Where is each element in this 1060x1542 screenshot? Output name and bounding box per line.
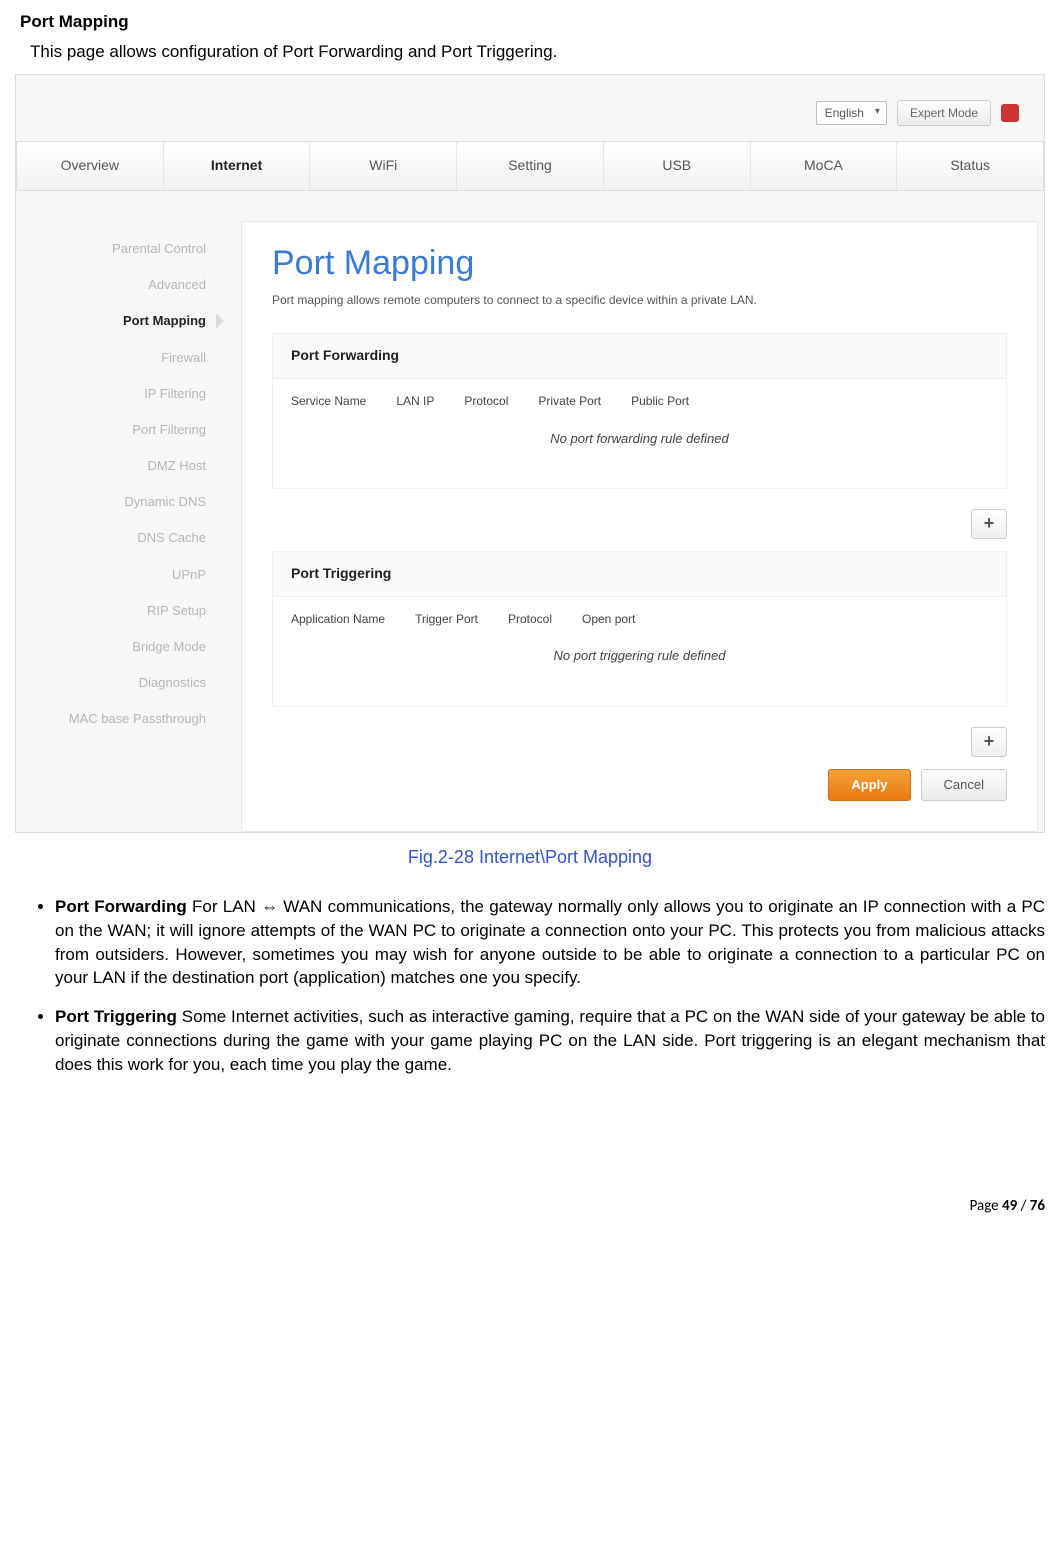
doc-heading: Port Mapping <box>20 10 1045 34</box>
doc-subheading: This page allows configuration of Port F… <box>30 40 1045 64</box>
language-select[interactable]: English <box>816 101 887 126</box>
port-triggering-section: Port Triggering Application Name Trigger… <box>272 551 1007 707</box>
col-service-name: Service Name <box>291 393 366 410</box>
port-triggering-empty: No port triggering rule defined <box>291 647 988 665</box>
sidebar-item-rip-setup[interactable]: RIP Setup <box>16 593 226 629</box>
tab-internet[interactable]: Internet <box>164 142 311 190</box>
page-title: Port Mapping <box>272 240 1007 288</box>
bullet-pf-text: For LAN ⇔ WAN communications, the gatewa… <box>55 897 1045 987</box>
tab-status[interactable]: Status <box>897 142 1043 190</box>
description-list: Port Forwarding For LAN ⇔ WAN communicat… <box>15 895 1045 1077</box>
sidebar-item-firewall[interactable]: Firewall <box>16 340 226 376</box>
col-lan-ip: LAN IP <box>396 393 434 410</box>
content-panel: Port Mapping Port mapping allows remote … <box>241 221 1038 832</box>
sidebar-item-port-filtering[interactable]: Port Filtering <box>16 412 226 448</box>
sidebar-item-dmz-host[interactable]: DMZ Host <box>16 448 226 484</box>
bullet-pt-text: Some Internet activities, such as intera… <box>55 1007 1045 1074</box>
footer-current: 49 <box>1002 1197 1017 1215</box>
figure-caption: Fig.2-28 Internet\Port Mapping <box>15 845 1045 870</box>
port-triggering-header: Port Triggering <box>273 552 1006 597</box>
sidebar-item-dns-cache[interactable]: DNS Cache <box>16 520 226 556</box>
expert-mode-button[interactable]: Expert Mode <box>897 100 991 127</box>
bullet-pf-lead: Port Forwarding <box>55 897 187 916</box>
apply-button[interactable]: Apply <box>828 769 910 801</box>
bullet-port-triggering: Port Triggering Some Internet activities… <box>55 1005 1045 1076</box>
tab-usb[interactable]: USB <box>604 142 751 190</box>
port-forwarding-columns: Service Name LAN IP Protocol Private Por… <box>291 393 988 410</box>
bullet-port-forwarding: Port Forwarding For LAN ⇔ WAN communicat… <box>55 895 1045 990</box>
tab-setting[interactable]: Setting <box>457 142 604 190</box>
col-protocol-2: Protocol <box>508 611 552 628</box>
sidebar-item-parental-control[interactable]: Parental Control <box>16 231 226 267</box>
add-forwarding-button[interactable]: + <box>971 509 1007 539</box>
col-trigger-port: Trigger Port <box>415 611 478 628</box>
main-tabbar: Overview Internet WiFi Setting USB MoCA … <box>16 141 1044 191</box>
page-footer: Page 49 / 76 <box>15 1196 1045 1217</box>
port-forwarding-section: Port Forwarding Service Name LAN IP Prot… <box>272 333 1007 489</box>
footer-sep: / <box>1017 1197 1030 1215</box>
sidebar-item-dynamic-dns[interactable]: Dynamic DNS <box>16 484 226 520</box>
footer-total: 76 <box>1030 1197 1045 1215</box>
tab-wifi[interactable]: WiFi <box>310 142 457 190</box>
bullet-pt-lead: Port Triggering <box>55 1007 177 1026</box>
col-public-port: Public Port <box>631 393 689 410</box>
add-triggering-button[interactable]: + <box>971 727 1007 757</box>
router-ui-screenshot: English Expert Mode Overview Internet Wi… <box>15 74 1045 833</box>
cancel-button[interactable]: Cancel <box>921 769 1007 801</box>
sidebar: Parental Control Advanced Port Mapping F… <box>16 221 241 768</box>
topbar: English Expert Mode <box>16 75 1044 142</box>
tab-overview[interactable]: Overview <box>17 142 164 190</box>
tab-moca[interactable]: MoCA <box>751 142 898 190</box>
col-open-port: Open port <box>582 611 635 628</box>
port-triggering-columns: Application Name Trigger Port Protocol O… <box>291 611 988 628</box>
page-description: Port mapping allows remote computers to … <box>272 292 1007 309</box>
sidebar-item-upnp[interactable]: UPnP <box>16 557 226 593</box>
col-private-port: Private Port <box>538 393 601 410</box>
sidebar-item-diagnostics[interactable]: Diagnostics <box>16 665 226 701</box>
footer-prefix: Page <box>970 1197 1002 1215</box>
sidebar-item-advanced[interactable]: Advanced <box>16 267 226 303</box>
sidebar-item-mac-passthrough[interactable]: MAC base Passthrough <box>16 701 226 737</box>
port-forwarding-header: Port Forwarding <box>273 334 1006 379</box>
sidebar-item-port-mapping[interactable]: Port Mapping <box>16 303 226 339</box>
col-protocol: Protocol <box>464 393 508 410</box>
action-row: Apply Cancel <box>272 769 1007 801</box>
col-application-name: Application Name <box>291 611 385 628</box>
user-icon[interactable] <box>1001 104 1019 122</box>
port-forwarding-empty: No port forwarding rule defined <box>291 430 988 448</box>
sidebar-item-bridge-mode[interactable]: Bridge Mode <box>16 629 226 665</box>
sidebar-item-ip-filtering[interactable]: IP Filtering <box>16 376 226 412</box>
